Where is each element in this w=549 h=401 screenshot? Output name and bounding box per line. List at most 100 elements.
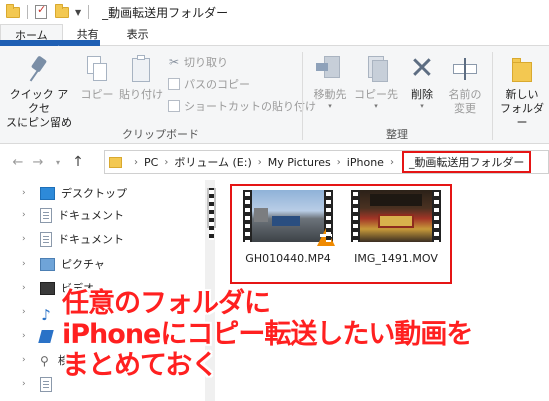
delete-x-icon: ✕ [409,51,435,86]
paste-shortcut-icon [168,100,180,112]
rename-button[interactable]: 名前の 変更 [444,54,486,116]
paste-label: 貼り付け [119,88,163,101]
divider [492,52,493,140]
recent-locations-chevron-icon[interactable]: ▾ [48,158,68,167]
tab-view[interactable]: 表示 [113,24,163,46]
cut-button[interactable]: ✂ 切り取り [168,54,228,70]
forward-arrow-icon[interactable]: → [28,155,48,170]
paste-shortcut-label: ショートカットの貼り付け [184,100,316,113]
chevron-down-icon: ▾ [328,102,332,110]
rename-icon [451,54,479,84]
copy-button[interactable]: コピー [78,54,116,102]
back-arrow-icon[interactable]: ← [8,155,28,170]
copy-path-icon [168,78,180,90]
paste-button[interactable]: 貼り付け [118,54,164,102]
divider [88,5,90,19]
expand-chevron-icon[interactable]: › [22,379,34,389]
pin-icon [29,54,49,84]
scissors-icon: ✂ [168,55,180,69]
annotation-line3: まとめておく [62,350,218,381]
copy-path-label: パスのコピー [184,78,250,91]
new-folder-button[interactable]: 新しい フォルダー [496,54,548,130]
move-to-label: 移動先 [313,88,347,101]
expand-chevron-icon[interactable]: › [22,331,34,341]
file-name: IMG_1491.MOV [354,252,438,265]
navigation-row: ← → ▾ ↑ › PC › ボリューム (E:) › My Pictures … [0,150,549,174]
chevron-down-icon: ▾ [374,102,378,110]
paste-shortcut-button[interactable]: ショートカットの貼り付け [168,98,316,114]
nav-item-documents-2[interactable]: › ドキュメント [22,228,124,250]
new-folder-quick-icon[interactable] [55,3,69,18]
breadcrumb-pc[interactable]: PC [144,156,158,169]
new-folder-line2: フォルダー [500,102,544,129]
address-bar[interactable]: › PC › ボリューム (E:) › My Pictures › iPhone… [104,150,549,174]
folder-icon [6,3,20,18]
breadcrumb-current-folder[interactable]: _動画転送用フォルダー [401,151,532,173]
breadcrumb-volume[interactable]: ボリューム (E:) [174,154,251,170]
rename-label-line2: 変更 [454,102,476,115]
ribbon: クイック アクセ スにピン留め コピー 貼り付け ✂ 切り取り パスのコピー シ… [0,46,549,144]
window-title: _動画転送用フォルダー [102,5,229,20]
up-arrow-icon[interactable]: ↑ [68,154,88,170]
music-note-icon: ♪ [41,305,51,324]
expand-chevron-icon[interactable]: › [22,283,34,293]
move-to-button[interactable]: 移動先 ▾ [308,54,352,110]
videos-icon [40,281,55,295]
copy-icon [85,54,109,84]
nav-item-extra[interactable]: › [22,373,58,395]
organize-group-label: 整理 [386,128,408,141]
search-icon: ⚲ [40,353,49,368]
annotation-line1: 任意のフォルダに [62,288,271,319]
expand-chevron-icon[interactable]: › [22,234,34,244]
breadcrumb-separator-icon[interactable]: › [258,157,262,168]
breadcrumb-separator-icon[interactable]: › [134,157,138,168]
road-scene-image [252,190,324,242]
file-item[interactable]: GH010440.MP4 [238,190,338,265]
properties-icon[interactable] [35,3,47,19]
document-icon [40,207,52,223]
customize-quick-access-chevron-icon[interactable]: ▼ [75,8,81,17]
expand-chevron-icon[interactable]: › [22,307,34,317]
paste-icon [129,54,153,84]
breadcrumb-separator-icon[interactable]: › [337,157,341,168]
document-icon [40,376,52,392]
festival-scene-image [360,190,432,242]
copy-to-label: コピー先 [354,88,398,101]
breadcrumb-my-pictures[interactable]: My Pictures [268,156,331,169]
pin-label-line1: クイック アクセ [9,88,69,115]
file-item[interactable]: IMG_1491.MOV [346,190,446,265]
expand-chevron-icon[interactable]: › [22,210,34,220]
copy-to-icon [362,54,390,84]
expand-chevron-icon[interactable]: › [22,188,34,198]
rename-label-line1: 名前の [448,88,482,101]
delete-label: 削除 [411,88,433,101]
nav-item-label: デスクトップ [61,187,127,200]
document-icon [40,231,52,247]
breadcrumb-iphone[interactable]: iPhone [347,156,384,169]
nav-item-pictures[interactable]: › ピクチャ [22,253,105,275]
title-bar: ▼ _動画転送用フォルダー [0,0,549,24]
pin-label-line2: スにピン留め [6,116,72,129]
video-thumbnail [243,190,335,246]
expand-chevron-icon[interactable]: › [22,355,34,365]
pin-to-quick-access-button[interactable]: クイック アクセ スにピン留め [6,54,72,130]
file-name: GH010440.MP4 [245,252,331,265]
video-thumbnail [351,190,441,242]
chevron-down-icon: ▾ [420,102,424,110]
nav-item-3d-objects[interactable]: › [22,325,58,347]
desktop-icon [40,186,55,200]
copy-path-button[interactable]: パスのコピー [168,76,250,92]
move-to-icon [316,54,344,84]
annotation-line2: iPhoneにコピー転送したい動画を [62,319,473,350]
nav-item-music[interactable]: › ♪ [22,301,58,324]
delete-button[interactable]: ✕ 削除 ▾ [404,51,440,111]
nav-item-label: ピクチャ [61,258,105,271]
new-folder-line1: 新しい [505,88,539,101]
breadcrumb-separator-icon[interactable]: › [164,157,168,168]
breadcrumb-separator-icon[interactable]: › [390,157,394,168]
copy-to-button[interactable]: コピー先 ▾ [354,54,398,110]
nav-item-desktop[interactable]: › デスクトップ [22,182,127,204]
expand-chevron-icon[interactable]: › [22,259,34,269]
nav-item-documents[interactable]: › ドキュメント [22,204,124,226]
folder-icon [109,156,122,168]
